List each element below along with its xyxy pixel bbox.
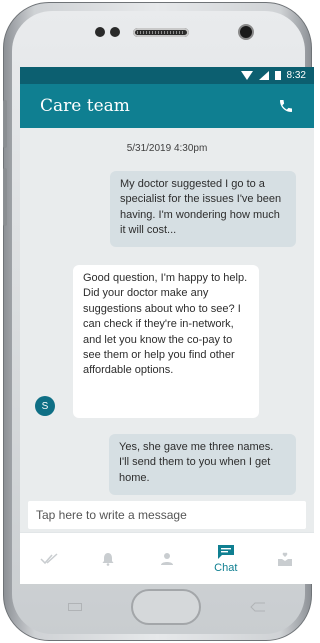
front-camera bbox=[238, 24, 254, 40]
tab-tasks[interactable] bbox=[27, 553, 71, 565]
tab-chat-label: Chat bbox=[214, 561, 238, 574]
avatar: S bbox=[35, 396, 55, 416]
bell-icon bbox=[102, 553, 114, 566]
battery-icon bbox=[274, 71, 281, 80]
outgoing-message: My doctor suggested I go to a specialist… bbox=[110, 171, 296, 247]
page-title: Care team bbox=[40, 96, 130, 116]
chat-thread: 5/31/2019 4:30pm My doctor suggested I g… bbox=[20, 128, 314, 518]
bottom-tab-bar: Chat bbox=[20, 532, 314, 584]
volume-button-lower bbox=[3, 168, 7, 226]
status-bar: 8:32 bbox=[20, 67, 314, 84]
person-icon bbox=[160, 553, 173, 565]
message-timestamp: 5/31/2019 4:30pm bbox=[126, 143, 208, 154]
tab-profile[interactable] bbox=[145, 552, 189, 566]
proximity-sensor bbox=[95, 27, 105, 37]
light-sensor bbox=[110, 27, 120, 37]
hand-heart-icon bbox=[277, 552, 292, 566]
tab-chat[interactable]: Chat bbox=[204, 544, 248, 574]
status-time: 8:32 bbox=[286, 70, 306, 81]
earpiece-speaker bbox=[133, 28, 189, 37]
back-key-icon[interactable] bbox=[250, 602, 266, 612]
home-button[interactable] bbox=[131, 589, 201, 625]
tab-care[interactable] bbox=[263, 552, 307, 566]
phone-icon[interactable] bbox=[278, 98, 294, 114]
tab-notifications[interactable] bbox=[86, 552, 130, 566]
outgoing-message: Yes, she gave me three names. I'll send … bbox=[109, 434, 296, 495]
double-check-icon bbox=[40, 553, 58, 565]
app-screen: 8:32 Care team 5/31/2019 4:30pm My docto… bbox=[20, 67, 314, 584]
app-bar: Care team bbox=[20, 84, 314, 128]
recent-apps-key[interactable] bbox=[68, 603, 82, 611]
incoming-message: Good question, I'm happy to help. Did yo… bbox=[73, 265, 259, 418]
wifi-icon bbox=[240, 71, 253, 80]
message-input[interactable]: Tap here to write a message bbox=[28, 501, 306, 529]
chat-icon bbox=[217, 544, 234, 559]
volume-button bbox=[3, 100, 7, 148]
signal-icon bbox=[258, 71, 269, 80]
